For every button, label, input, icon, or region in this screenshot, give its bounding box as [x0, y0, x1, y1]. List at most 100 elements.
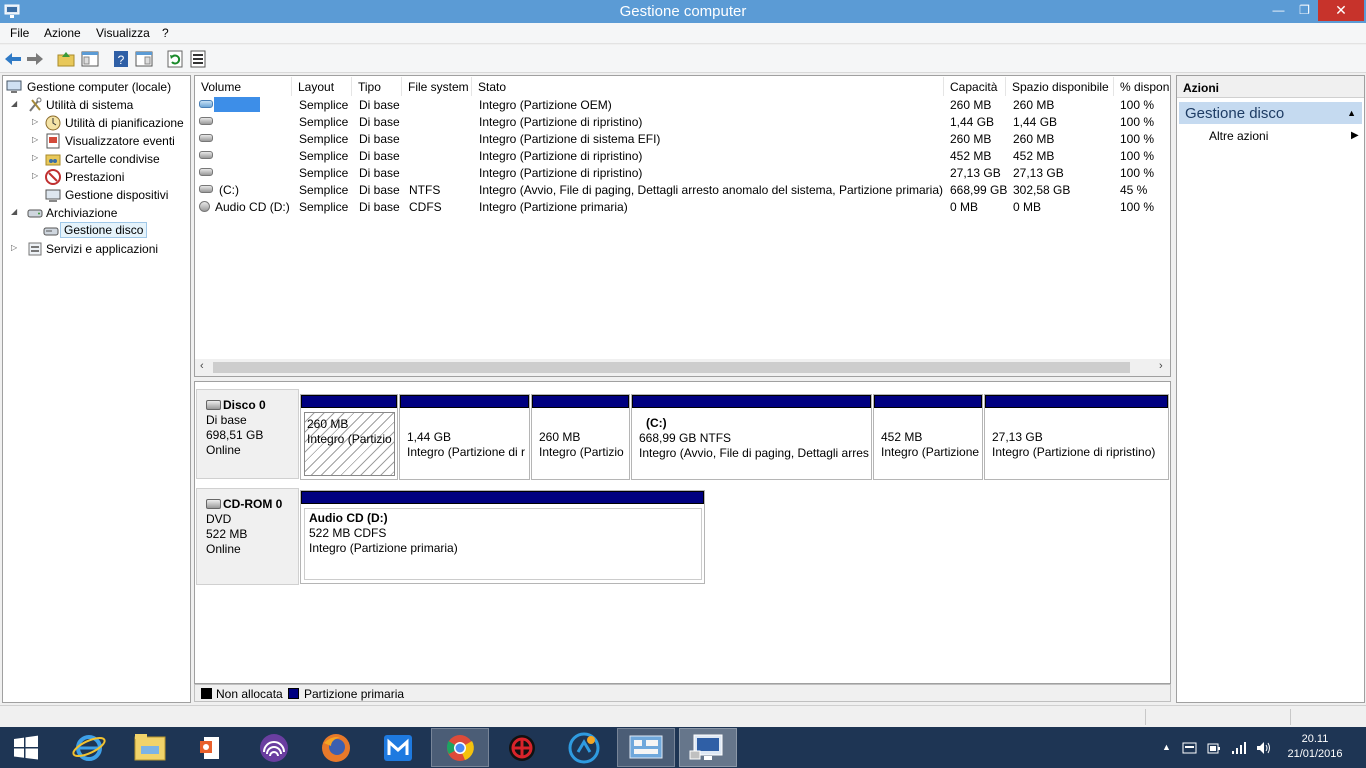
close-button[interactable]: ✕: [1318, 0, 1364, 21]
partition[interactable]: 260 MB Integro (Partizio: [300, 394, 398, 480]
volume-icon[interactable]: [1255, 740, 1273, 756]
performance-icon: [45, 169, 61, 185]
menu-bar: File Azione Visualizza ?: [0, 23, 1366, 44]
help-icon[interactable]: ?: [111, 49, 131, 69]
disk-0-info[interactable]: Disco 0 Di base 698,51 GB Online: [196, 389, 299, 479]
disk-status: Online: [206, 542, 241, 556]
partition-color-bar: [301, 491, 704, 504]
column-header-percent-disponibile[interactable]: % disponi: [1114, 77, 1170, 96]
show-hide-tree-icon[interactable]: [80, 49, 100, 69]
partition-color-bar: [985, 395, 1168, 408]
menu-azione[interactable]: Azione: [44, 26, 81, 40]
computer-icon: [6, 80, 22, 93]
column-header-volume[interactable]: Volume: [195, 77, 292, 96]
battery-icon[interactable]: [1206, 740, 1222, 756]
torrent-client-icon[interactable]: [245, 728, 303, 767]
volume-icon: [199, 134, 213, 142]
table-row[interactable]: Semplice Di base Integro (Partizione di …: [195, 147, 1170, 164]
disk-size: 698,51 GB: [206, 428, 264, 442]
volume-icon: [199, 185, 213, 193]
event-viewer-icon: [46, 133, 60, 149]
expand-icon[interactable]: ▷: [32, 153, 40, 162]
volume-icon: [199, 117, 213, 125]
table-row[interactable]: Audio CD (D:) Semplice Di base CDFS Inte…: [195, 198, 1170, 215]
clock-date: 21/01/2016: [1287, 748, 1343, 760]
export-list-icon[interactable]: [188, 49, 208, 69]
partition[interactable]: 260 MB Integro (Partizio: [531, 394, 630, 480]
scroll-left-icon[interactable]: ‹: [200, 360, 204, 372]
table-row[interactable]: Semplice Di base Integro (Partizione di …: [195, 164, 1170, 181]
system-clock[interactable]: 20.11 21/01/2016: [1280, 732, 1350, 762]
table-row[interactable]: Semplice Di base Integro (Partizione di …: [195, 130, 1170, 147]
column-header-layout[interactable]: Layout: [292, 77, 352, 96]
legend-label: Non allocata: [216, 687, 283, 701]
up-folder-icon[interactable]: [56, 49, 76, 69]
submenu-arrow-icon[interactable]: ▶: [1351, 130, 1359, 141]
table-row[interactable]: (C:) Semplice Di base NTFS Integro (Avvi…: [195, 181, 1170, 198]
partition-color-bar: [874, 395, 982, 408]
status-separator: [1290, 709, 1291, 725]
partition[interactable]: 1,44 GB Integro (Partizione di r: [399, 394, 530, 480]
legend: Non allocata Partizione primaria: [194, 684, 1171, 702]
scrollbar-thumb[interactable]: [213, 362, 1130, 373]
properties-icon[interactable]: [134, 49, 154, 69]
cdrom-0-info[interactable]: CD-ROM 0 DVD 522 MB Online: [196, 488, 299, 585]
scroll-right-icon[interactable]: ›: [1159, 360, 1163, 372]
actions-section-gestione-disco[interactable]: Gestione disco ▲: [1179, 102, 1362, 124]
computer-management-taskbar-button[interactable]: [679, 728, 737, 767]
partition[interactable]: 27,13 GB Integro (Partizione di ripristi…: [984, 394, 1169, 480]
chrome-taskbar-button[interactable]: [431, 728, 489, 767]
menu-file[interactable]: File: [10, 26, 29, 40]
volume-list: Volume Layout Tipo File system Stato Cap…: [194, 75, 1171, 377]
office-icon[interactable]: [183, 728, 241, 767]
partition[interactable]: 452 MB Integro (Partizione: [873, 394, 983, 480]
column-header-file-system[interactable]: File system: [402, 77, 472, 96]
tray-overflow-icon[interactable]: ▲: [1162, 742, 1171, 752]
table-row[interactable]: Semplice Di base Integro (Partizione OEM…: [195, 96, 1170, 113]
action-center-icon[interactable]: [1182, 742, 1198, 754]
title-bar: Gestione computer — ❐ ✕: [0, 0, 1366, 23]
expand-icon[interactable]: ▷: [32, 171, 40, 180]
cloud-app-icon[interactable]: [555, 728, 613, 767]
storage-icon: [27, 209, 43, 218]
taskbar: ▲ 20.11 21/01/2016: [0, 727, 1366, 768]
windows-start-icon[interactable]: [0, 728, 52, 767]
file-explorer-icon[interactable]: [121, 728, 179, 767]
device-manager-icon: [45, 189, 61, 202]
expand-icon[interactable]: ▷: [32, 117, 40, 126]
column-header-capacita[interactable]: Capacità: [944, 77, 1006, 96]
refresh-icon[interactable]: [165, 49, 185, 69]
maximize-button[interactable]: ❐: [1291, 0, 1318, 21]
partition-d[interactable]: Audio CD (D:) 522 MB CDFS Integro (Parti…: [300, 490, 705, 584]
partition-color-bar: [632, 395, 871, 408]
expand-icon[interactable]: ▷: [11, 243, 19, 252]
control-panel-taskbar-button[interactable]: [617, 728, 675, 767]
collapse-icon[interactable]: ◢: [11, 207, 19, 216]
action-altre-azioni[interactable]: Altre azioni: [1209, 129, 1268, 143]
collapse-up-icon[interactable]: ▲: [1347, 108, 1356, 118]
horizontal-scrollbar[interactable]: ‹ ›: [195, 359, 1170, 376]
network-signal-icon[interactable]: [1230, 740, 1248, 756]
partition-c[interactable]: (C:) 668,99 GB NTFS Integro (Avvio, File…: [631, 394, 872, 480]
back-arrow-icon[interactable]: [3, 49, 23, 69]
column-header-stato[interactable]: Stato: [472, 77, 944, 96]
legend-label: Partizione primaria: [304, 687, 405, 701]
internet-explorer-icon[interactable]: [60, 728, 118, 767]
minimize-button[interactable]: —: [1265, 0, 1292, 21]
primary-partition-swatch: [288, 688, 299, 699]
table-row[interactable]: Semplice Di base Integro (Partizione di …: [195, 113, 1170, 130]
menu-visualizza[interactable]: Visualizza: [96, 26, 150, 40]
console-tree: Gestione computer (locale) ◢ Utilità di …: [2, 75, 191, 703]
firefox-icon[interactable]: [307, 728, 365, 767]
collapse-icon[interactable]: ◢: [11, 99, 19, 108]
actions-header: Azioni: [1177, 76, 1364, 98]
expand-icon[interactable]: ▷: [32, 135, 40, 144]
column-header-spazio-disponibile[interactable]: Spazio disponibile: [1006, 77, 1114, 96]
disk-type: DVD: [206, 512, 232, 526]
hard-disk-icon: [206, 400, 221, 410]
forward-arrow-icon[interactable]: [25, 49, 45, 69]
column-header-tipo[interactable]: Tipo: [352, 77, 402, 96]
menu-help[interactable]: ?: [162, 26, 169, 40]
maxthon-icon[interactable]: [369, 728, 427, 767]
antivirus-icon[interactable]: [493, 728, 551, 767]
